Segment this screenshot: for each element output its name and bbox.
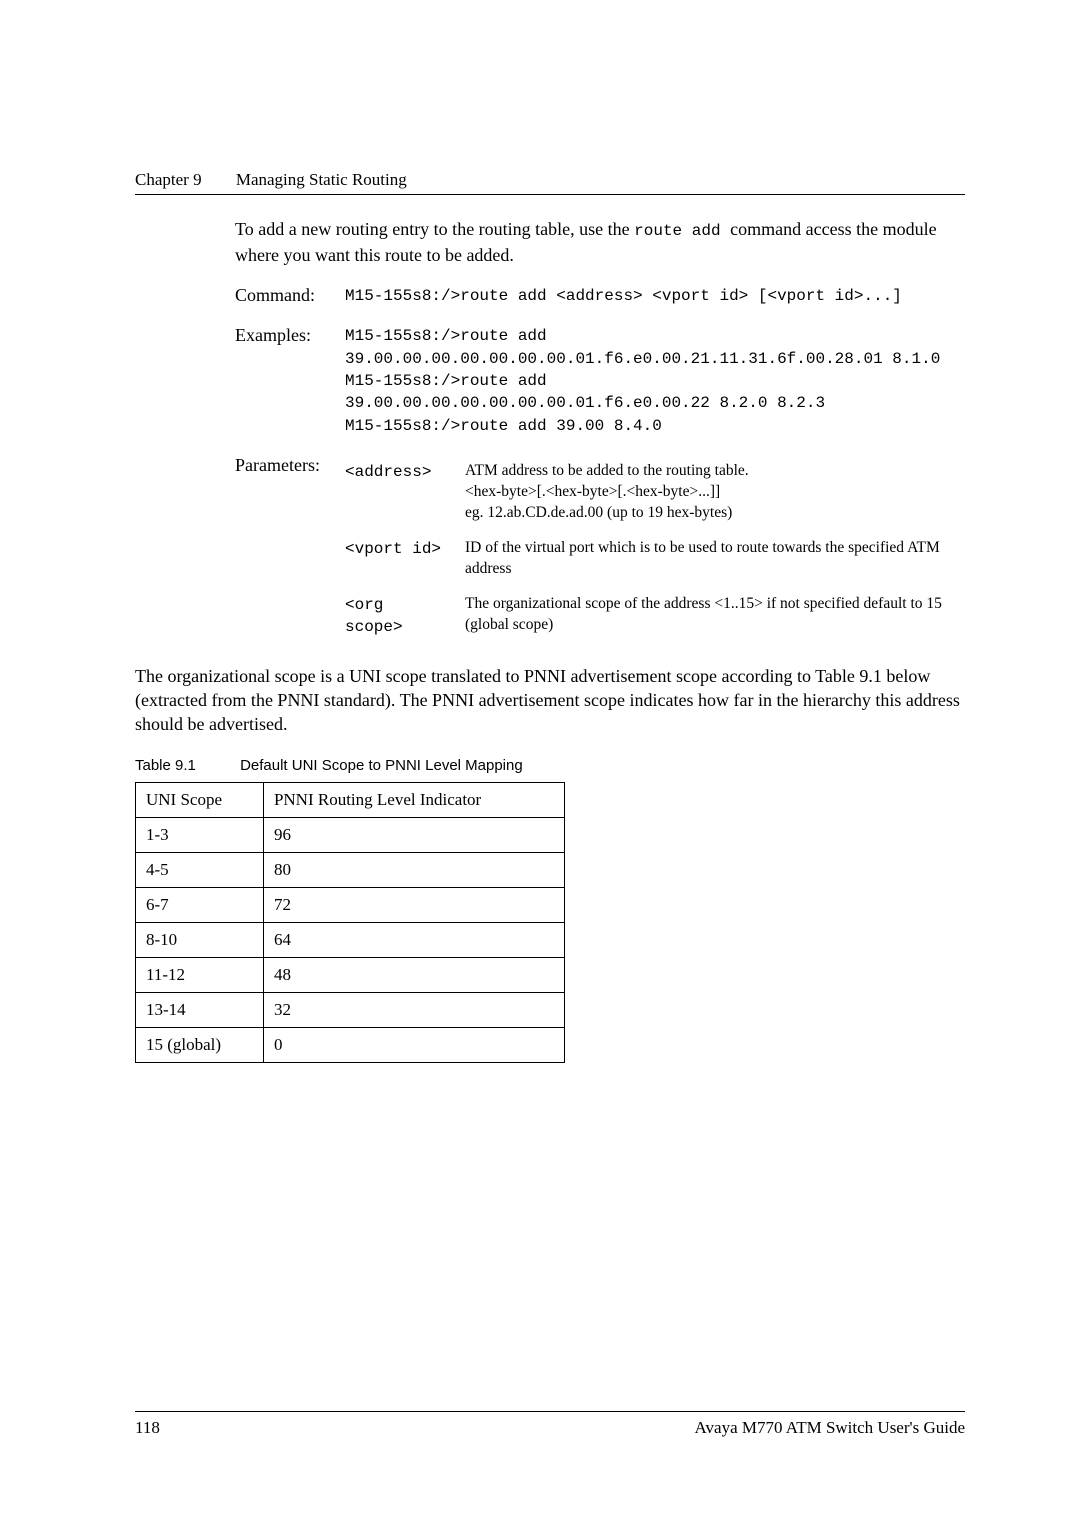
param-name-line: scope> bbox=[345, 616, 465, 638]
page-number: 118 bbox=[135, 1418, 160, 1438]
footer-rule bbox=[135, 1411, 965, 1412]
table-cell: 6-7 bbox=[136, 887, 264, 922]
table-cell: 96 bbox=[263, 817, 564, 852]
parameter-desc: ATM address to be added to the routing t… bbox=[465, 461, 965, 524]
chapter-label: Chapter 9 bbox=[135, 170, 202, 190]
table-row: 15 (global)0 bbox=[136, 1027, 565, 1062]
org-scope-paragraph: The organizational scope is a UNI scope … bbox=[135, 664, 965, 737]
table-header-row: UNI Scope PNNI Routing Level Indicator bbox=[136, 782, 565, 817]
parameters-section: Parameters: <address> ATM address to be … bbox=[235, 455, 965, 638]
page: Chapter 9 Managing Static Routing To add… bbox=[0, 0, 1080, 1528]
command-label: Command: bbox=[235, 285, 345, 307]
examples-body: M15-155s8:/>route add 39.00.00.00.00.00.… bbox=[345, 325, 965, 437]
table-cell: 80 bbox=[263, 852, 564, 887]
chapter-header: Chapter 9 Managing Static Routing bbox=[135, 170, 965, 190]
parameter-desc: ID of the virtual port which is to be us… bbox=[465, 538, 965, 580]
table-row: 6-772 bbox=[136, 887, 565, 922]
param-name-line: <org bbox=[345, 594, 465, 616]
table-cell: 1-3 bbox=[136, 817, 264, 852]
chapter-rule bbox=[135, 194, 965, 195]
table-cell: 0 bbox=[263, 1027, 564, 1062]
command-text: M15-155s8:/>route add <address> <vport i… bbox=[345, 285, 965, 307]
command-section: Command: M15-155s8:/>route add <address>… bbox=[235, 285, 965, 307]
table-row: 13-1432 bbox=[136, 992, 565, 1027]
parameter-row: <vport id> ID of the virtual port which … bbox=[345, 538, 965, 580]
param-desc-line: eg. 12.ab.CD.de.ad.00 (up to 19 hex-byte… bbox=[465, 503, 965, 524]
table-cell: 15 (global) bbox=[136, 1027, 264, 1062]
example-line: M15-155s8:/>route add bbox=[345, 370, 965, 392]
param-desc-line: <hex-byte>[.<hex-byte>[.<hex-byte>...]] bbox=[465, 482, 965, 503]
intro-code: route add bbox=[634, 222, 730, 240]
table-cell: 11-12 bbox=[136, 957, 264, 992]
uni-scope-table: UNI Scope PNNI Routing Level Indicator 1… bbox=[135, 782, 565, 1063]
table-caption: Table 9.1 Default UNI Scope to PNNI Leve… bbox=[135, 757, 965, 774]
example-line: M15-155s8:/>route add 39.00 8.4.0 bbox=[345, 415, 965, 437]
table-cell: 8-10 bbox=[136, 922, 264, 957]
examples-section: Examples: M15-155s8:/>route add 39.00.00… bbox=[235, 325, 965, 437]
table-cell: 4-5 bbox=[136, 852, 264, 887]
param-desc-line: ATM address to be added to the routing t… bbox=[465, 461, 965, 482]
table-caption-label: Table 9.1 bbox=[135, 757, 196, 774]
parameters-label: Parameters: bbox=[235, 455, 345, 638]
example-line: 39.00.00.00.00.00.00.00.01.f6.e0.00.22 8… bbox=[345, 392, 965, 414]
table-cell: 64 bbox=[263, 922, 564, 957]
table-cell: 13-14 bbox=[136, 992, 264, 1027]
table-row: 11-1248 bbox=[136, 957, 565, 992]
parameter-name: <org scope> bbox=[345, 594, 465, 639]
body-content: To add a new routing entry to the routin… bbox=[235, 217, 965, 1063]
parameter-desc: The organizational scope of the address … bbox=[465, 594, 965, 639]
table-row: 4-580 bbox=[136, 852, 565, 887]
intro-paragraph: To add a new routing entry to the routin… bbox=[235, 217, 965, 267]
table-header: PNNI Routing Level Indicator bbox=[263, 782, 564, 817]
example-line: M15-155s8:/>route add bbox=[345, 325, 965, 347]
example-line: 39.00.00.00.00.00.00.00.01.f6.e0.00.21.1… bbox=[345, 348, 965, 370]
page-footer: 118 Avaya M770 ATM Switch User's Guide bbox=[135, 1411, 965, 1438]
parameter-row: <org scope> The organizational scope of … bbox=[345, 594, 965, 639]
table-header: UNI Scope bbox=[136, 782, 264, 817]
table-cell: 72 bbox=[263, 887, 564, 922]
parameter-name: <address> bbox=[345, 461, 465, 524]
chapter-title: Managing Static Routing bbox=[236, 170, 407, 189]
param-desc-line: ID of the virtual port which is to be us… bbox=[465, 538, 965, 580]
parameters-body: <address> ATM address to be added to the… bbox=[345, 455, 965, 638]
parameter-row: <address> ATM address to be added to the… bbox=[345, 461, 965, 524]
examples-label: Examples: bbox=[235, 325, 345, 437]
table-row: 8-1064 bbox=[136, 922, 565, 957]
table-row: 1-396 bbox=[136, 817, 565, 852]
doc-title: Avaya M770 ATM Switch User's Guide bbox=[695, 1418, 965, 1438]
parameter-name: <vport id> bbox=[345, 538, 465, 580]
table-block: Table 9.1 Default UNI Scope to PNNI Leve… bbox=[135, 757, 965, 1063]
param-desc-line: The organizational scope of the address … bbox=[465, 594, 965, 636]
table-cell: 32 bbox=[263, 992, 564, 1027]
footer-row: 118 Avaya M770 ATM Switch User's Guide bbox=[135, 1418, 965, 1438]
table-cell: 48 bbox=[263, 957, 564, 992]
table-caption-title: Default UNI Scope to PNNI Level Mapping bbox=[240, 757, 523, 774]
intro-text-a: To add a new routing entry to the routin… bbox=[235, 219, 634, 239]
